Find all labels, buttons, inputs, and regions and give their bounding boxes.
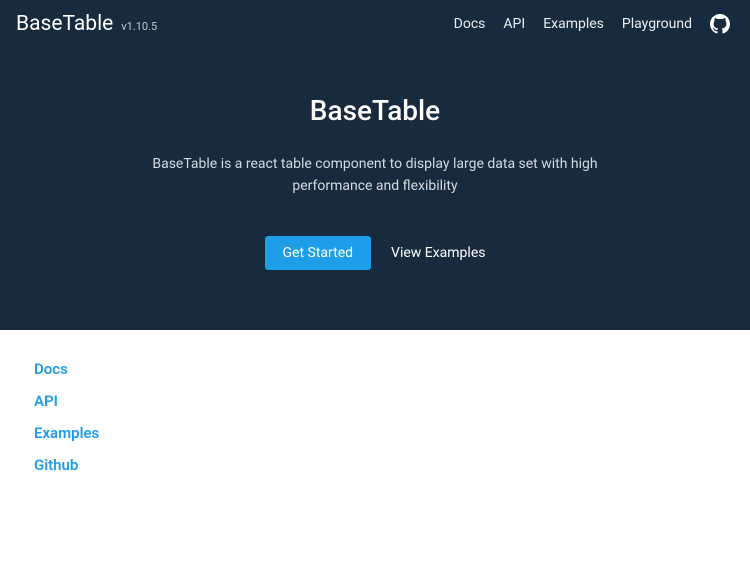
view-examples-button[interactable]: View Examples (391, 245, 485, 261)
nav-examples[interactable]: Examples (543, 16, 604, 32)
top-nav: Docs API Examples Playground (454, 14, 730, 34)
github-icon[interactable] (710, 14, 730, 34)
body-links: Docs API Examples Github (0, 330, 750, 504)
header: BaseTable v1.10.5 Docs API Examples Play… (0, 0, 750, 48)
nav-docs[interactable]: Docs (454, 16, 486, 32)
get-started-button[interactable]: Get Started (265, 236, 372, 270)
link-api[interactable]: API (34, 392, 716, 410)
brand-title: BaseTable (16, 12, 113, 36)
link-examples[interactable]: Examples (34, 424, 716, 442)
link-docs[interactable]: Docs (34, 360, 716, 378)
hero-title: BaseTable (0, 94, 750, 127)
nav-api[interactable]: API (503, 16, 525, 32)
hero-section: BaseTable v1.10.5 Docs API Examples Play… (0, 0, 750, 330)
hero-description: BaseTable is a react table component to … (135, 153, 615, 198)
hero-content: BaseTable BaseTable is a react table com… (0, 48, 750, 270)
link-github[interactable]: Github (34, 456, 716, 474)
brand: BaseTable v1.10.5 (16, 12, 157, 36)
brand-version: v1.10.5 (121, 20, 157, 33)
hero-buttons: Get Started View Examples (0, 236, 750, 270)
nav-playground[interactable]: Playground (622, 16, 692, 32)
